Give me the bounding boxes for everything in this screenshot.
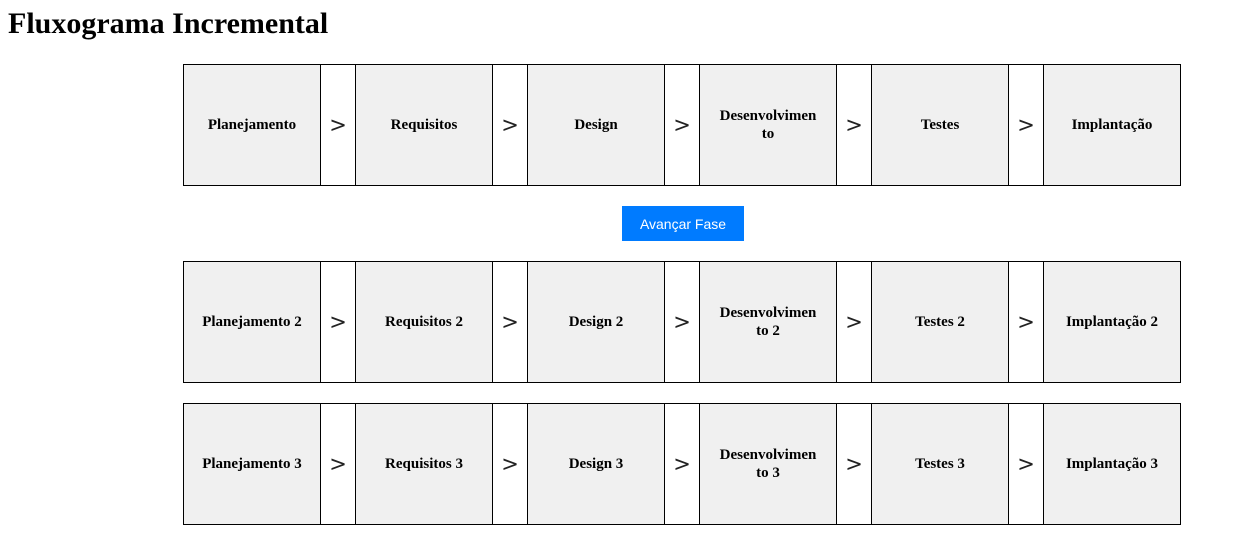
step-label: Design 2 [568,314,624,330]
flow-increment-1: Planejamento > Requisitos > Design > Des… [183,64,1183,186]
step-label: Implantação [1071,117,1153,133]
step-requisitos: Requisitos 2 [355,261,493,383]
step-label: Design [574,117,618,133]
step-implantacao: Implantação 3 [1043,403,1181,525]
step-label: Desenvolvimento 2 [719,305,817,339]
advance-phase-button[interactable]: Avançar Fase [622,206,744,241]
step-implantacao: Implantação 2 [1043,261,1181,383]
step-planejamento: Planejamento 3 [183,403,321,525]
step-label: Design 3 [568,456,624,472]
arrow-connector: > [665,64,699,186]
flow-increment-2: Planejamento 2 > Requisitos 2 > Design 2… [183,261,1183,383]
step-design: Design 2 [527,261,665,383]
step-desenvolvimento: Desenvolvimento [699,64,837,186]
step-label: Desenvolvimento [719,108,817,142]
step-label: Implantação 2 [1065,314,1159,330]
step-label: Planejamento 2 [202,314,302,330]
step-label: Desenvolvimento 3 [719,447,817,481]
step-desenvolvimento: Desenvolvimento 2 [699,261,837,383]
step-label: Testes 3 [915,456,965,472]
arrow-connector: > [837,261,871,383]
arrow-connector: > [493,261,527,383]
step-label: Planejamento 3 [202,456,302,472]
arrow-connector: > [665,403,699,525]
step-planejamento: Planejamento [183,64,321,186]
step-label: Requisitos 2 [385,314,463,330]
arrow-connector: > [1009,64,1043,186]
step-label: Requisitos 3 [385,456,463,472]
step-design: Design [527,64,665,186]
arrow-connector: > [837,403,871,525]
arrow-connector: > [321,64,355,186]
arrow-connector: > [493,403,527,525]
step-implantacao: Implantação [1043,64,1181,186]
step-planejamento: Planejamento 2 [183,261,321,383]
page-title: Fluxograma Incremental [8,7,329,40]
arrow-connector: > [321,403,355,525]
arrow-connector: > [1009,261,1043,383]
step-label: Planejamento [207,117,297,133]
step-label: Requisitos [390,117,458,133]
step-label: Testes [920,117,960,133]
step-design: Design 3 [527,403,665,525]
step-testes: Testes 3 [871,403,1009,525]
step-desenvolvimento: Desenvolvimento 3 [699,403,837,525]
step-testes: Testes 2 [871,261,1009,383]
step-label: Implantação 3 [1065,456,1159,472]
flow-increment-3: Planejamento 3 > Requisitos 3 > Design 3… [183,403,1183,525]
arrow-connector: > [665,261,699,383]
step-testes: Testes [871,64,1009,186]
step-requisitos: Requisitos 3 [355,403,493,525]
step-label: Testes 2 [915,314,965,330]
step-requisitos: Requisitos [355,64,493,186]
arrow-connector: > [321,261,355,383]
arrow-connector: > [1009,403,1043,525]
arrow-connector: > [493,64,527,186]
arrow-connector: > [837,64,871,186]
